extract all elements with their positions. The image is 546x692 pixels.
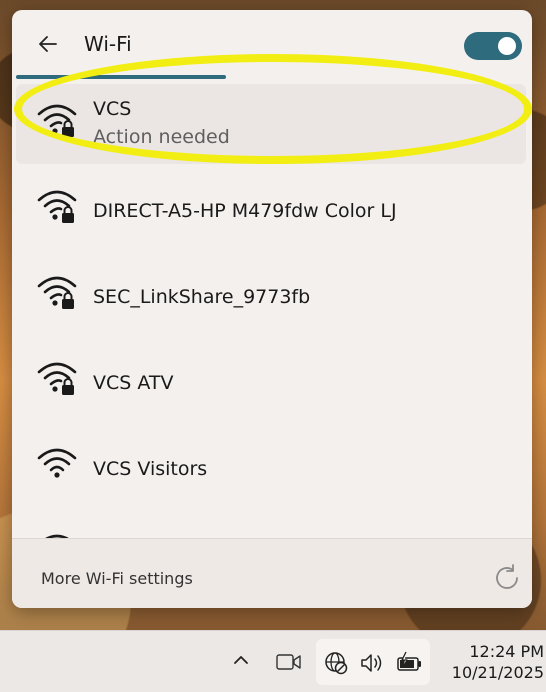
chevron-up-icon [234,656,248,664]
flyout-header: Wi-Fi [12,10,532,78]
wifi-icon [37,448,77,478]
back-arrow-icon [39,36,57,52]
back-button[interactable] [34,30,62,58]
wifi-lock-icon [37,276,77,309]
battery-charging-icon [397,651,421,671]
network-item-vcs-visitors[interactable]: VCS Visitors [16,428,526,508]
globe-blocked-icon [325,652,348,675]
wifi-flyout: Wi-Fi VCS Action needed DIRECT-A5-HP M47… [12,10,532,608]
network-item-vcs[interactable]: VCS Action needed [16,84,526,164]
clock-time: 12:24 PM [469,642,544,661]
refresh-icon[interactable] [490,561,524,595]
network-name: VCS Visitors [93,458,208,480]
wifi-toggle[interactable] [464,32,522,60]
network-status: Action needed [93,126,230,148]
network-item-direct-hp[interactable]: DIRECT-A5-HP M479fdw Color LJ [16,170,526,250]
network-name: DIRECT-A5-HP M479fdw Color LJ [93,200,397,222]
toggle-knob [498,37,516,55]
more-wifi-settings-link[interactable]: More Wi-Fi settings [41,569,193,588]
network-item-sec-linkshare[interactable]: SEC_LinkShare_9773fb [16,256,526,336]
system-tray-quick-settings[interactable] [316,639,430,685]
network-name: SEC_LinkShare_9773fb [93,286,311,308]
flyout-footer: More Wi-Fi settings [12,538,532,608]
taskbar-clock[interactable]: 12:24 PM 10/21/2025 [440,641,544,683]
clock-date: 10/21/2025 [451,663,544,682]
wifi-lock-icon [37,190,77,223]
network-item-partial[interactable] [16,514,526,539]
scan-progress-bar [16,75,226,79]
network-list: VCS Action needed DIRECT-A5-HP M479fdw C… [12,84,532,539]
taskbar: 12:24 PM 10/21/2025 [0,630,546,692]
speaker-icon [361,654,382,672]
network-name: VCS [93,98,132,120]
wifi-lock-icon [37,362,77,395]
show-hidden-icons-button[interactable] [230,651,252,673]
page-title: Wi-Fi [84,32,132,56]
network-name: VCS ATV [93,372,174,394]
wifi-lock-icon [37,104,77,137]
network-item-vcs-atv[interactable]: VCS ATV [16,342,526,422]
camera-icon[interactable] [276,653,302,671]
